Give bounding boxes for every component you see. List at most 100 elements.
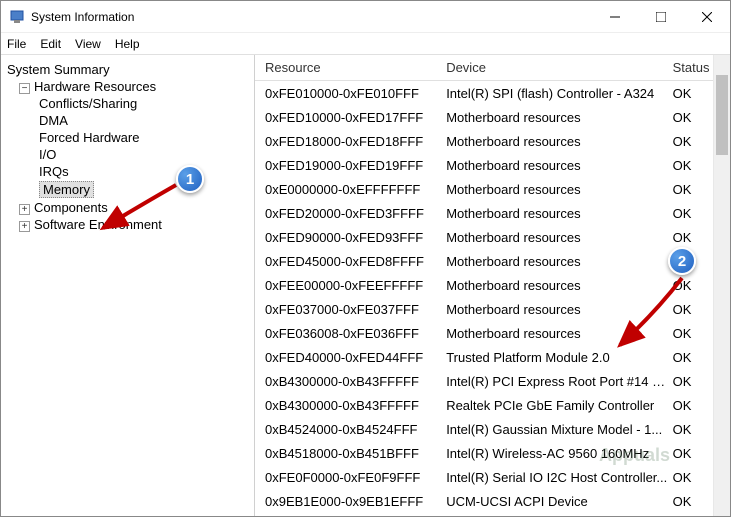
- tree-label: Conflicts/Sharing: [39, 96, 137, 111]
- tree-label: System Summary: [7, 62, 110, 77]
- table-row[interactable]: 0xFED40000-0xFED44FFFTrusted Platform Mo…: [255, 345, 713, 369]
- expand-icon[interactable]: +: [19, 221, 30, 232]
- tree-dma[interactable]: DMA: [5, 112, 250, 129]
- tree-label: DMA: [39, 113, 68, 128]
- cell-status: OK: [669, 422, 713, 437]
- cell-status: OK: [669, 302, 713, 317]
- cell-resource: 0xFED40000-0xFED44FFF: [255, 350, 442, 365]
- table-row[interactable]: 0xE0000000-0xEFFFFFFFMotherboard resourc…: [255, 177, 713, 201]
- header-status[interactable]: Status: [669, 60, 713, 75]
- tree-label: Hardware Resources: [34, 79, 156, 94]
- cell-device: Trusted Platform Module 2.0: [442, 350, 668, 365]
- table-row[interactable]: 0x9EB1E000-0x9EB1EFFFUCM-UCSI ACPI Devic…: [255, 489, 713, 513]
- cell-resource: 0xFED45000-0xFED8FFFF: [255, 254, 442, 269]
- tree-memory[interactable]: Memory: [5, 180, 250, 199]
- table-row[interactable]: 0xB4524000-0xB4524FFFIntel(R) Gaussian M…: [255, 417, 713, 441]
- table-row[interactable]: 0xB4300000-0xB43FFFFFRealtek PCIe GbE Fa…: [255, 393, 713, 417]
- cell-device: Intel(R) Wireless-AC 9560 160MHz: [442, 446, 668, 461]
- cell-resource: 0xB4300000-0xB43FFFFF: [255, 398, 442, 413]
- table-row[interactable]: 0xFED10000-0xFED17FFFMotherboard resourc…: [255, 105, 713, 129]
- table-row[interactable]: 0xFED20000-0xFED3FFFFMotherboard resourc…: [255, 201, 713, 225]
- cell-status: OK: [669, 278, 713, 293]
- table-pane: Resource Device Status 0xFE010000-0xFE01…: [255, 55, 730, 516]
- table-row[interactable]: 0xFE0F0000-0xFE0F9FFFIntel(R) Serial IO …: [255, 465, 713, 489]
- header-resource[interactable]: Resource: [255, 60, 442, 75]
- cell-status: OK: [669, 134, 713, 149]
- table-row[interactable]: 0xFE010000-0xFE010FFFIntel(R) SPI (flash…: [255, 81, 713, 105]
- tree-label: I/O: [39, 147, 56, 162]
- header-device[interactable]: Device: [442, 60, 668, 75]
- cell-resource: 0xFEE00000-0xFEEFFFFF: [255, 278, 442, 293]
- cell-device: Motherboard resources: [442, 278, 668, 293]
- tree-conflicts-sharing[interactable]: Conflicts/Sharing: [5, 95, 250, 112]
- expand-icon[interactable]: +: [19, 204, 30, 215]
- table-body: 0xFE010000-0xFE010FFFIntel(R) SPI (flash…: [255, 81, 713, 516]
- cell-resource: 0xFED20000-0xFED3FFFF: [255, 206, 442, 221]
- cell-status: OK: [669, 350, 713, 365]
- cell-status: OK: [669, 182, 713, 197]
- close-button[interactable]: [684, 1, 730, 33]
- content-area: System Summary −Hardware Resources Confl…: [1, 55, 730, 516]
- app-icon: [9, 9, 25, 25]
- cell-device: Motherboard resources: [442, 182, 668, 197]
- table-row[interactable]: 0xB4300000-0xB43FFFFFIntel(R) PCI Expres…: [255, 369, 713, 393]
- menu-view[interactable]: View: [75, 37, 101, 51]
- minimize-button[interactable]: [592, 1, 638, 33]
- tree-label: Software Environment: [34, 217, 162, 232]
- tree-components[interactable]: + Components: [5, 199, 250, 216]
- menu-edit[interactable]: Edit: [40, 37, 61, 51]
- menu-help[interactable]: Help: [115, 37, 140, 51]
- cell-device: Intel(R) Gaussian Mixture Model - 1...: [442, 422, 668, 437]
- cell-status: OK: [669, 230, 713, 245]
- cell-status: OK: [669, 398, 713, 413]
- cell-resource: 0xB4524000-0xB4524FFF: [255, 422, 442, 437]
- table-row[interactable]: 0xFEE00000-0xFEEFFFFFMotherboard resourc…: [255, 273, 713, 297]
- cell-resource: 0xFE037000-0xFE037FFF: [255, 302, 442, 317]
- cell-device: Motherboard resources: [442, 254, 668, 269]
- cell-device: Motherboard resources: [442, 158, 668, 173]
- tree-system-summary[interactable]: System Summary: [5, 61, 250, 78]
- tree-pane: System Summary −Hardware Resources Confl…: [1, 55, 255, 516]
- cell-resource: 0xFED10000-0xFED17FFF: [255, 110, 442, 125]
- cell-resource: 0xE0000000-0xEFFFFFFF: [255, 182, 442, 197]
- cell-resource: 0x9EB1E000-0x9EB1EFFF: [255, 494, 442, 509]
- cell-resource: 0xFE010000-0xFE010FFF: [255, 86, 442, 101]
- vertical-scrollbar[interactable]: [713, 55, 730, 516]
- tree-io[interactable]: I/O: [5, 146, 250, 163]
- tree-irqs[interactable]: IRQs: [5, 163, 250, 180]
- cell-status: OK: [669, 206, 713, 221]
- cell-device: Motherboard resources: [442, 302, 668, 317]
- cell-status: OK: [669, 374, 713, 389]
- cell-device: UCM-UCSI ACPI Device: [442, 494, 668, 509]
- tree-forced-hardware[interactable]: Forced Hardware: [5, 129, 250, 146]
- cell-device: Motherboard resources: [442, 134, 668, 149]
- table-row[interactable]: 0xFED45000-0xFED8FFFFMotherboard resourc…: [255, 249, 713, 273]
- table-row[interactable]: 0xFED19000-0xFED19FFFMotherboard resourc…: [255, 153, 713, 177]
- cell-device: Intel(R) PCI Express Root Port #14 - ...: [442, 374, 668, 389]
- tree-label-selected: Memory: [39, 181, 94, 198]
- titlebar: System Information: [1, 1, 730, 33]
- cell-device: Motherboard resources: [442, 110, 668, 125]
- cell-device: Realtek PCIe GbE Family Controller: [442, 398, 668, 413]
- cell-resource: 0xB4518000-0xB451BFFF: [255, 446, 442, 461]
- tree-hardware-resources[interactable]: −Hardware Resources: [5, 78, 250, 95]
- cell-resource: 0xFE036008-0xFE036FFF: [255, 326, 442, 341]
- table-row[interactable]: 0xFE037000-0xFE037FFFMotherboard resourc…: [255, 297, 713, 321]
- cell-status: OK: [669, 446, 713, 461]
- tree-label: Components: [34, 200, 108, 215]
- cell-resource: 0xFED18000-0xFED18FFF: [255, 134, 442, 149]
- scrollbar-thumb[interactable]: [716, 75, 728, 155]
- table-row[interactable]: 0xB4518000-0xB451BFFFIntel(R) Wireless-A…: [255, 441, 713, 465]
- maximize-button[interactable]: [638, 1, 684, 33]
- table-row[interactable]: 0xFED18000-0xFED18FFFMotherboard resourc…: [255, 129, 713, 153]
- cell-device: Intel(R) SPI (flash) Controller - A324: [442, 86, 668, 101]
- tree-software-environment[interactable]: + Software Environment: [5, 216, 250, 233]
- cell-status: OK: [669, 470, 713, 485]
- window-title: System Information: [31, 10, 134, 24]
- cell-resource: 0xFED19000-0xFED19FFF: [255, 158, 442, 173]
- table-row[interactable]: 0xFE036008-0xFE036FFFMotherboard resourc…: [255, 321, 713, 345]
- menu-file[interactable]: File: [7, 37, 26, 51]
- table-row[interactable]: 0xFED90000-0xFED93FFFMotherboard resourc…: [255, 225, 713, 249]
- collapse-icon[interactable]: −: [19, 83, 30, 94]
- table-row[interactable]: 0xFED00000-0xFED003FFHigh precision even…: [255, 513, 713, 516]
